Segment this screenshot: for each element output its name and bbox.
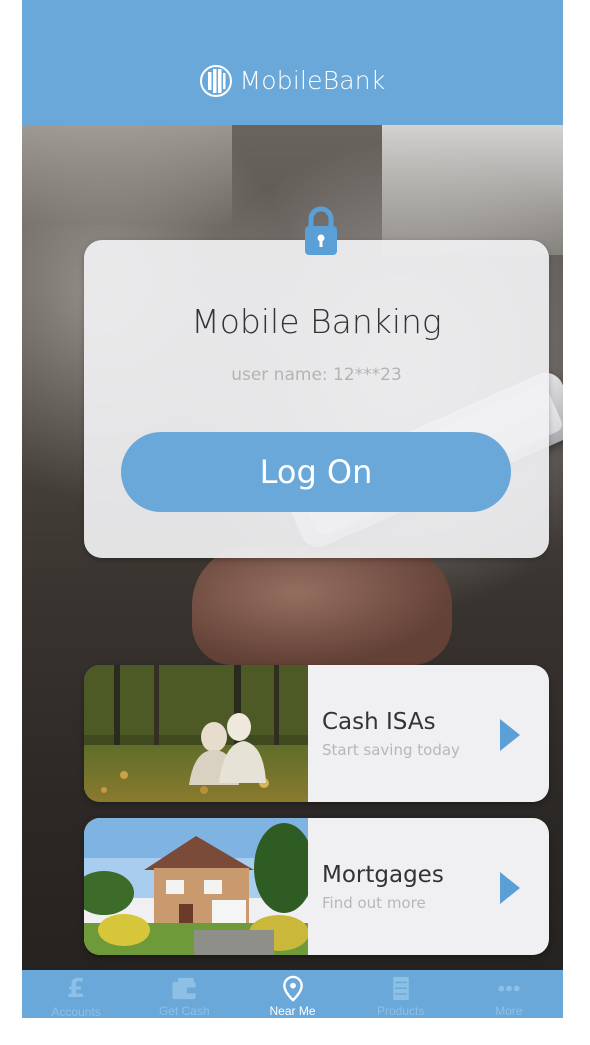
elderly-couple-photo [84, 665, 308, 802]
lock-icon [305, 206, 337, 255]
tab-label: More [495, 1004, 523, 1018]
username-label: user name: 12***23 [231, 365, 402, 385]
tab-label: Near Me [269, 1004, 316, 1018]
cabinet-icon [392, 976, 409, 1001]
promo-subtitle: Start saving today [322, 741, 460, 759]
login-title: Mobile Banking [191, 302, 442, 341]
login-card: Mobile Banking user name: 12***23 Log On [84, 240, 549, 558]
promo-card-cash-isas[interactable]: Cash ISAs Start saving today [84, 665, 549, 802]
promo-subtitle: Find out more [322, 894, 426, 912]
house-photo [84, 818, 308, 955]
play-arrow-icon[interactable] [498, 870, 522, 906]
location-pin-icon [282, 975, 303, 1002]
bank-logo-icon [200, 64, 233, 97]
tab-get-cash[interactable]: Get Cash [130, 970, 238, 1018]
log-on-button[interactable]: Log On [121, 432, 511, 512]
promo-card-mortgages[interactable]: Mortgages Find out more [84, 818, 549, 955]
tab-more[interactable]: More [455, 970, 563, 1018]
app-logo: MobileBank [199, 64, 385, 98]
tab-products[interactable]: Products [347, 970, 455, 1018]
app-header: MobileBank [22, 18, 563, 125]
tab-label: Accounts [51, 1005, 101, 1018]
wallet-icon [172, 977, 196, 1000]
promo-title: Mortgages [322, 862, 444, 888]
tab-label: Products [377, 1004, 425, 1018]
app-name: MobileBank [239, 66, 386, 95]
pound-icon: £ [67, 974, 86, 1004]
tab-near-me[interactable]: Near Me [238, 970, 346, 1018]
app-screen: MobileBank Mobile Banking user name: 12*… [22, 0, 563, 1018]
more-dots-icon [498, 985, 520, 992]
tab-accounts[interactable]: £ Accounts [22, 970, 130, 1018]
tab-label: Get Cash [158, 1004, 210, 1018]
promo-title: Cash ISAs [322, 709, 436, 735]
play-arrow-icon[interactable] [498, 717, 522, 753]
tab-bar: £ Accounts Get Cash Near Me Products Mor… [22, 970, 563, 1018]
status-bar [22, 0, 563, 18]
